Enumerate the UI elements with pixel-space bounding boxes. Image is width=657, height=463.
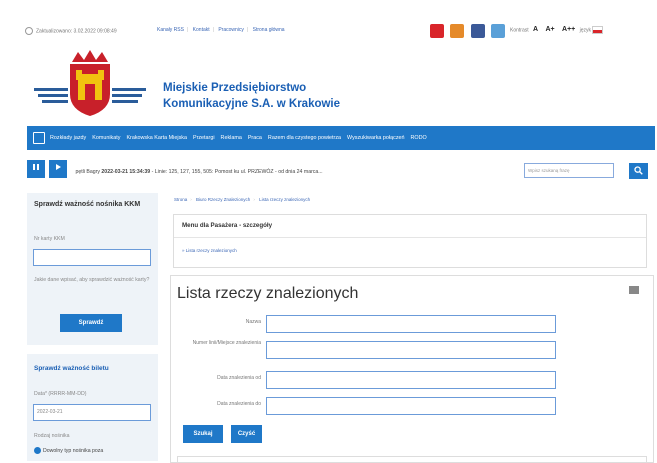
top-links: Kanały RSS | Kontakt | Pracownicy | Strona … — [157, 27, 285, 33]
kkm-number-input[interactable] — [33, 249, 151, 266]
passenger-menu-box: Menu dla Pasażera - szczegóły » Lista rz… — [173, 214, 647, 268]
organization-name: Miejskie Przedsiębiorstwo Komunikacyjne … — [163, 80, 363, 112]
search-input[interactable]: Wpisz szukaną frazę — [524, 163, 614, 178]
main-navigation: Rozkłady jazdy Komunikaty Krakowska Kart… — [27, 126, 655, 150]
date-from-label: Data znalezienia od — [217, 375, 261, 381]
organization-name-line1: Miejskie Przedsiębiorstwo — [163, 82, 307, 94]
clock-icon — [25, 27, 33, 35]
nav-tenders[interactable]: Przetargi — [193, 135, 215, 141]
radio-selected-icon[interactable] — [34, 447, 41, 454]
nav-route-planner[interactable]: Wyszukiwarka połączeń — [347, 135, 404, 141]
mpk-logo[interactable] — [32, 48, 148, 118]
language-selector[interactable]: język — [580, 27, 591, 33]
news-ticker[interactable]: pętli Bagry 2022-03-21 15:34:39 - Linie:… — [75, 169, 322, 175]
lost-items-panel: Lista rzeczy znalezionych Nazwa Numer li… — [170, 275, 654, 463]
nav-timetables[interactable]: Rozkłady jazdy — [50, 135, 86, 141]
home-link[interactable]: Strona główna — [253, 27, 285, 33]
nav-rodo[interactable]: RODO — [411, 135, 427, 141]
contrast-toggle[interactable]: Kontrast — [510, 27, 529, 33]
search-button[interactable] — [629, 163, 648, 179]
ticker-stop: pętli Bagry — [75, 169, 100, 176]
nav-clean-air[interactable]: Razem dla czystego powietrza — [268, 135, 341, 141]
search-icon — [634, 166, 643, 175]
nav-advertising[interactable]: Reklama — [221, 135, 242, 141]
breadcrumb-item-2[interactable]: Biuro Rzeczy Znalezionych — [196, 197, 250, 202]
pause-button[interactable] — [27, 160, 45, 178]
rss-link[interactable]: Kanały RSS — [157, 27, 184, 33]
carrier-type-option-label: Dowolny typ nośnika poza — [43, 447, 104, 454]
ticker-text: - Linie: 125, 127, 155, 505: Pomost ku u… — [151, 169, 323, 176]
passenger-menu-title: Menu dla Pasażera - szczegóły — [182, 222, 273, 229]
date-to-label: Data znalezienia do — [217, 401, 261, 407]
kkm-help-link[interactable]: Jakie dane wpisać, aby sprawdzić ważność… — [34, 277, 152, 284]
kkm-card-title: Sprawdź ważność nośnika KKM — [34, 201, 141, 208]
organization-name-line2: Komunikacyjne S.A. w Krakowie — [163, 98, 341, 110]
youtube-icon[interactable] — [430, 23, 444, 38]
breadcrumb-item-3[interactable]: Lista rzeczy znalezionych — [259, 197, 310, 202]
font-size-normal[interactable]: A — [533, 26, 538, 33]
font-size-large[interactable]: A+ — [545, 26, 554, 33]
divider — [174, 237, 646, 238]
page-title: Lista rzeczy znalezionych — [177, 285, 359, 302]
kkm-check-button[interactable]: Sprawdź — [60, 314, 122, 332]
ticket-card-title: Sprawdź ważność biletu — [34, 365, 109, 372]
nav-city-card[interactable]: Krakowska Karta Miejska — [126, 135, 187, 141]
results-table-edge — [177, 456, 647, 463]
kkm-check-card: Sprawdź ważność nośnika KKM Nr karty KKM… — [27, 193, 158, 345]
nav-announcements[interactable]: Komunikaty — [92, 135, 120, 141]
line-location-label: Numer linii/Miejsce znalezienia — [192, 340, 261, 346]
kkm-number-label: Nr karty KKM — [34, 236, 65, 242]
ticket-check-card: Sprawdź ważność biletu Data* (RRRR-MM-DD… — [27, 354, 158, 461]
contact-link[interactable]: Kontakt — [193, 27, 210, 33]
facebook-icon[interactable] — [470, 23, 485, 38]
date-to-input[interactable] — [266, 397, 556, 415]
carrier-type-label: Rodzaj nośnika — [34, 433, 70, 439]
breadcrumb: Strona › Biuro Rzeczy Znalezionych › Lista… — [174, 197, 311, 202]
ticket-date-input[interactable]: 2022-03-21 — [33, 404, 151, 421]
flag-pl-icon[interactable] — [592, 26, 604, 34]
social-icons — [430, 22, 507, 40]
print-icon[interactable] — [629, 286, 639, 294]
pause-icon — [33, 164, 39, 170]
date-from-input[interactable] — [266, 371, 556, 389]
play-icon — [56, 164, 61, 170]
employees-link[interactable]: Pracownicy — [218, 27, 244, 33]
clear-button[interactable]: Czyść — [231, 425, 262, 443]
map-icon[interactable] — [450, 23, 465, 38]
accessibility-controls: Kontrast A A+ A++ język — [510, 26, 604, 34]
font-size-xlarge[interactable]: A++ — [562, 26, 575, 33]
nav-jobs[interactable]: Praca — [248, 135, 262, 141]
update-status: Zaktualizowano: 3.02.2022 09:08:49 — [25, 27, 117, 35]
play-button[interactable] — [49, 160, 67, 178]
name-input[interactable] — [266, 315, 556, 333]
lost-items-link[interactable]: » Lista rzeczy znalezionych — [182, 248, 237, 253]
ticket-date-label: Data* (RRRR-MM-DD) — [34, 391, 87, 397]
search-items-button[interactable]: Szukaj — [183, 425, 223, 443]
twitter-icon[interactable] — [491, 23, 506, 38]
home-icon[interactable] — [33, 132, 45, 144]
line-location-input[interactable] — [266, 341, 556, 359]
breadcrumb-item-1[interactable]: Strona — [174, 197, 187, 202]
carrier-type-option[interactable]: Dowolny typ nośnika poza — [34, 447, 103, 454]
ticker-datetime: 2022-03-21 15:34:39 — [101, 169, 151, 176]
name-label: Nazwa — [245, 319, 261, 325]
